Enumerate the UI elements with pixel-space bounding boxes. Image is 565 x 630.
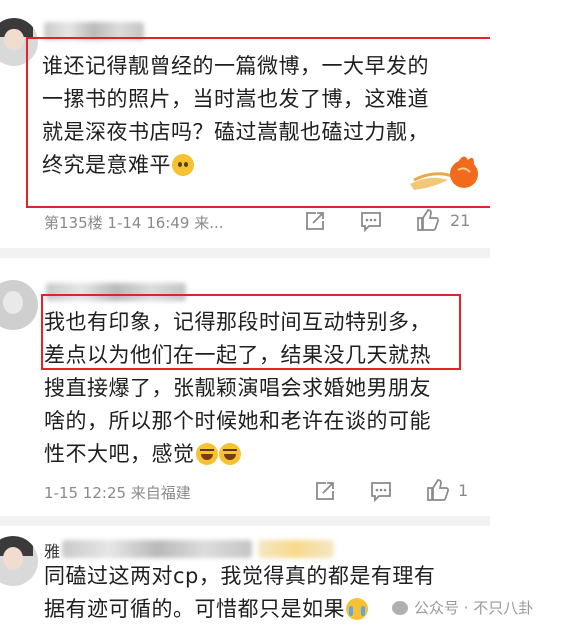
comment-floor-time: 第135楼 1-14 16:49 来... <box>44 214 224 232</box>
like-button[interactable] <box>416 208 440 232</box>
comment-icon <box>371 482 391 502</box>
comment-line: 一摞书的照片，当时嵩也发了博，这难道 <box>42 87 429 111</box>
comment-body: 谁还记得靓曾经的一篇微博，一大早发的 一摞书的照片，当时嵩也发了博，这难道 就是… <box>42 50 429 182</box>
comment-line: 差点以为他们在一起了，结果没几天就热 <box>44 343 431 367</box>
avatar[interactable] <box>0 280 38 330</box>
comment-button[interactable] <box>360 210 382 232</box>
share-button[interactable] <box>314 480 336 502</box>
comment-line: 搜直接爆了，张靓颖演唱会求婚她男朋友 <box>44 376 431 400</box>
comment-time-location: 1-15 12:25 来自福建 <box>44 484 191 502</box>
username-blurred[interactable] <box>62 540 252 558</box>
comment-line: 啥的，所以那个时候她和老许在谈的可能 <box>44 409 431 433</box>
worried-emoji <box>172 154 194 176</box>
comment-button[interactable] <box>370 480 392 502</box>
comment-body: 同磕过这两对cp，我觉得真的都是有理有 据有迹可循的。可惜都只是如果 <box>44 560 435 626</box>
comment-line: 就是深夜书店吗？磕过嵩靓也磕过力靓， <box>42 120 429 144</box>
share-icon <box>306 212 324 230</box>
comment-feed: 谁还记得靓曾经的一篇微博，一大早发的 一摞书的照片，当时嵩也发了博，这难道 就是… <box>0 0 503 630</box>
right-gutter <box>490 0 565 630</box>
like-icon <box>417 209 439 231</box>
username-prefix: 雅 <box>44 542 61 561</box>
like-button[interactable] <box>426 478 450 502</box>
comment-line: 终究是意难平 <box>42 149 429 182</box>
share-button[interactable] <box>304 210 326 232</box>
cry-emoji <box>346 598 368 620</box>
watermark: 公众号 · 不只八卦 <box>392 597 533 618</box>
watermark-text: 公众号 · 不只八卦 <box>414 599 534 617</box>
like-count: 1 <box>458 481 469 500</box>
laugh-emoji <box>195 443 218 465</box>
avatar[interactable] <box>0 536 38 586</box>
divider <box>0 248 490 258</box>
comment-line: 我也有印象，记得那段时间互动特别多， <box>44 310 431 334</box>
comment-icon <box>361 212 381 232</box>
comment-line: 谁还记得靓曾经的一篇微博，一大早发的 <box>42 54 429 78</box>
badge-blurred <box>258 540 334 558</box>
comment-line: 同磕过这两对cp，我觉得真的都是有理有 <box>44 564 436 588</box>
share-icon <box>316 482 334 500</box>
wechat-icon <box>392 601 408 615</box>
comment-line: 性不大吧，感觉 <box>44 438 431 471</box>
fan-sticker-icon <box>410 156 478 190</box>
laugh-emoji <box>218 443 241 465</box>
like-count: 21 <box>450 211 471 230</box>
comment-line: 据有迹可循的。可惜都只是如果 <box>44 593 435 626</box>
divider <box>0 516 490 526</box>
comment-body: 我也有印象，记得那段时间互动特别多， 差点以为他们在一起了，结果没几天就热 搜直… <box>44 306 431 471</box>
like-icon <box>427 479 449 501</box>
